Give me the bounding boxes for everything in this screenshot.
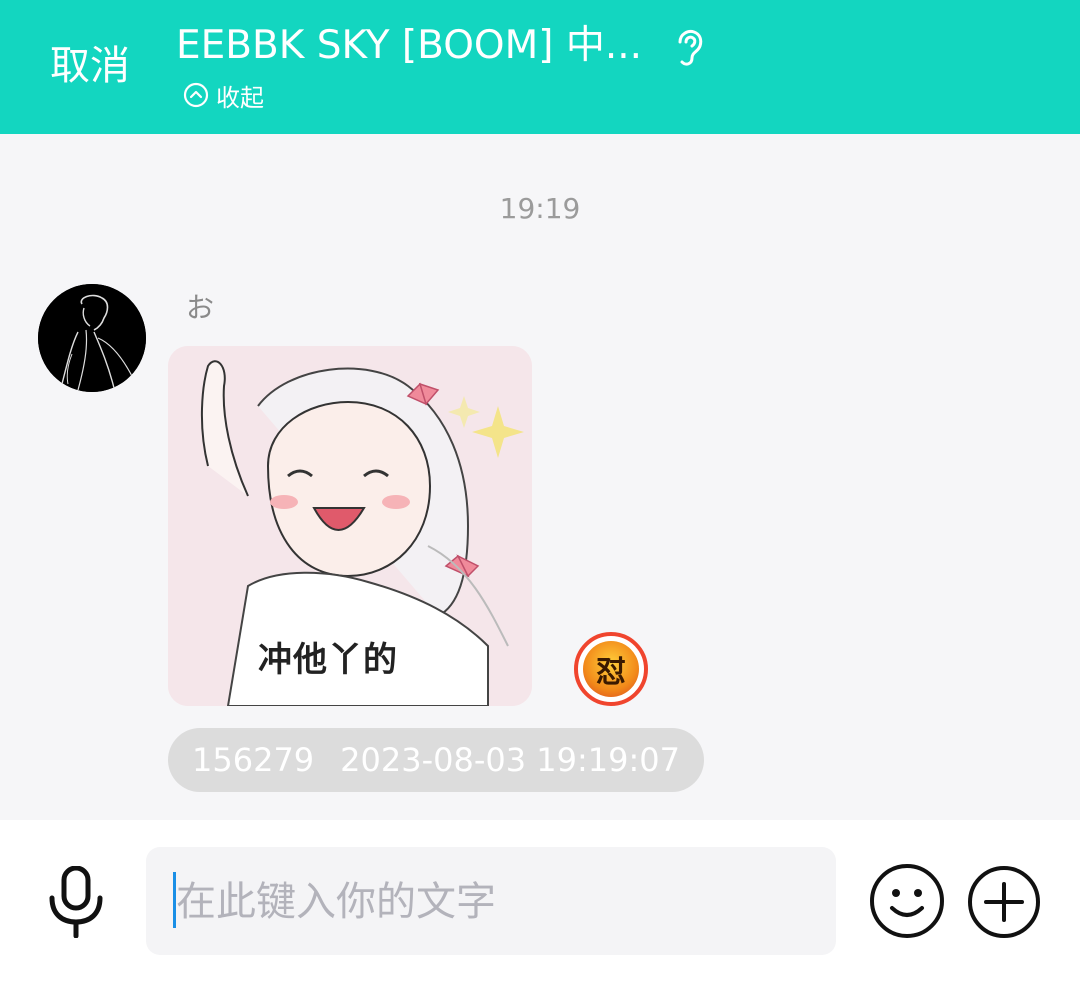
cancel-button[interactable]: 取消 <box>50 40 130 92</box>
chat-title: EEBBK SKY [BOOM] 中... <box>176 23 643 68</box>
sender-name: お <box>186 291 215 324</box>
sticker-image[interactable]: 冲他丫的 <box>168 346 532 706</box>
avatar-anime-line-art <box>38 284 146 392</box>
collapse-label: 收起 <box>216 83 264 112</box>
message-meta: 156279 2023-08-03 19:19:07 <box>168 728 705 792</box>
smile-icon[interactable] <box>868 862 946 940</box>
microphone-icon[interactable] <box>44 866 108 938</box>
message-input[interactable]: 在此键入你的文字 <box>146 847 836 955</box>
message-timestamp: 2023-08-03 19:19:07 <box>340 741 681 779</box>
avatar[interactable] <box>38 284 146 392</box>
composer-bar: 在此键入你的文字 <box>0 820 1080 982</box>
chat-area[interactable]: 19:19 お 冲他丫的 怼 156279 2023-08-03 19:19:0… <box>0 134 1080 820</box>
header-bar: 取消 EEBBK SKY [BOOM] 中... 收起 <box>0 0 1080 134</box>
chevron-up-circle-icon <box>183 82 209 108</box>
badge-glyph: 怼 <box>583 641 639 697</box>
sticker-caption: 冲他丫的 <box>258 640 398 680</box>
ear-icon[interactable] <box>666 26 710 70</box>
plus-circle-icon[interactable] <box>966 864 1042 940</box>
reaction-badge[interactable]: 怼 <box>574 632 648 706</box>
collapse-toggle[interactable]: 收起 <box>182 78 264 112</box>
message-id: 156279 <box>192 741 315 779</box>
time-divider: 19:19 <box>499 192 581 225</box>
input-placeholder: 在此键入你的文字 <box>176 879 496 925</box>
